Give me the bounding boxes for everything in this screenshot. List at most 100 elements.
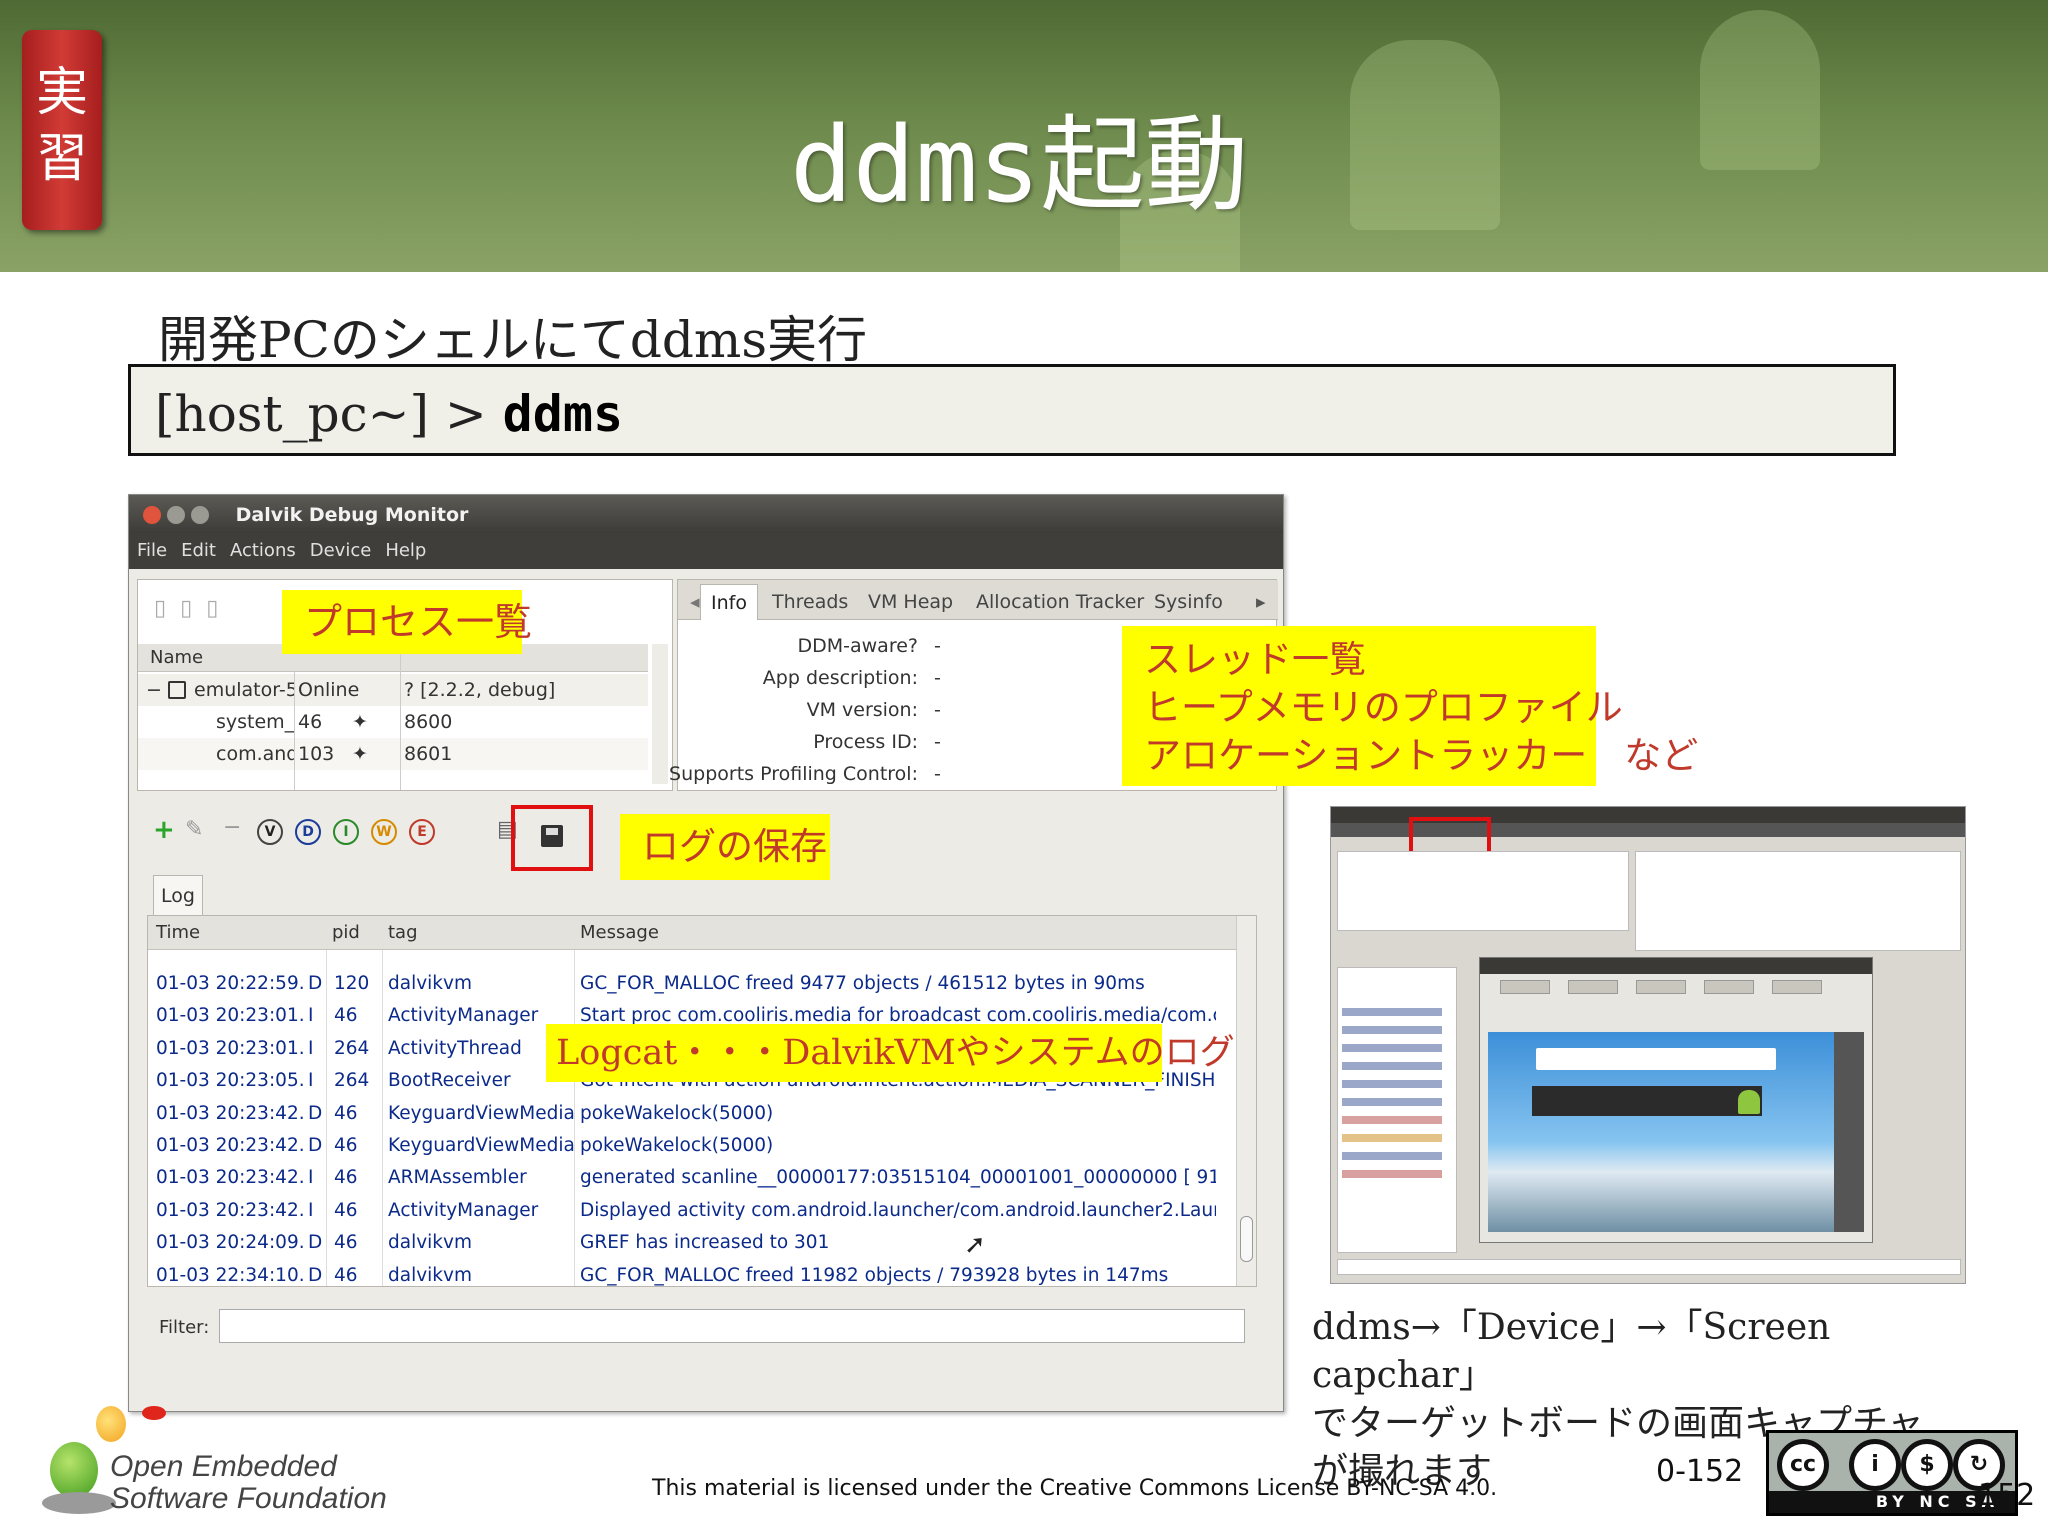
info-value: - [934,731,941,753]
command-line: [host_pc~] > ddms [155,385,623,443]
column-pid[interactable]: pid [332,916,360,950]
tab-sysinfo[interactable]: Sysinfo [1144,584,1233,620]
log-pid: 120 [334,973,370,994]
add-filter-icon[interactable]: + [153,815,175,845]
menu-actions[interactable]: Actions [230,540,296,561]
info-value: - [934,635,941,657]
callout-feature-line: スレッド一覧 [1144,638,1366,681]
save-button[interactable] [1636,980,1686,994]
process-row[interactable]: system_pr 46 ✦ 8600 [138,706,648,738]
process-port: 8600 [404,711,453,733]
log-time: 01-03 22:34:10. [156,1264,305,1286]
process-row[interactable]: com.androi 103 ✦ 8601 [138,738,648,770]
cc-icon: cc [1777,1439,1829,1491]
column-divider [400,644,401,790]
log-scrollbar-thumb[interactable] [1240,1216,1253,1262]
command-box: [host_pc~] > ddms [128,364,1896,456]
minimize-icon[interactable] [167,505,185,524]
log-level: D [308,973,323,994]
dump-hprof-icon[interactable]: ▯ [180,596,192,621]
info-label: DDM-aware? [797,635,918,657]
page-number: 0-152 [1656,1454,1744,1489]
column-time[interactable]: Time [156,916,200,950]
log-row[interactable]: 01-03 20:23:42. D 46 KeyguardViewMedia pokeW… [148,1130,1238,1162]
corner-page-number: 152 [1978,1478,2036,1513]
log-level: D [308,1135,323,1156]
log-message: GC_FOR_MALLOC freed 9477 objects / 46151… [580,973,1145,994]
log-level: I [308,1037,314,1059]
practice-tag-text: 実 習 [35,63,88,189]
log-time: 01-03 20:23:01. [156,1037,305,1059]
maximize-icon[interactable] [191,505,209,524]
log-level-info-icon[interactable]: I [333,819,359,845]
callout-process-list: プロセス一覧 [282,590,532,654]
log-row[interactable]: 01-03 20:23:42. I 46 ActivityManager Display… [148,1195,1238,1227]
process-pid: 46 [298,711,323,733]
log-row[interactable]: 01-03 20:23:42. I 46 ARMAssembler generated … [148,1162,1238,1194]
column-divider [382,950,383,1286]
done-button[interactable] [1772,980,1822,994]
android-search-bar [1536,1048,1776,1070]
column-divider [294,672,295,790]
logo-text: Software Foundation [110,1482,387,1515]
info-value: - [934,763,941,785]
thumb-log-line [1342,1116,1442,1124]
refresh-button[interactable] [1500,980,1550,994]
log-pid: 46 [334,1102,358,1124]
log-level-debug-icon[interactable]: D [295,819,321,845]
log-message: pokeWakelock(5000) [580,1102,774,1124]
update-heap-icon[interactable]: ▯ [154,596,166,621]
log-row[interactable]: 01-03 22:34:10. D 46 dalvikvm GC_FOR_MALLOC … [148,1260,1238,1286]
menu-edit[interactable]: Edit [181,540,216,561]
device-row[interactable]: − emulator-5554 Online ? [2.2.2, debug] [138,674,648,706]
log-row[interactable]: 01-03 20:23:42. D 46 KeyguardViewMedia pokeW… [148,1098,1238,1130]
copy-button[interactable] [1704,980,1754,994]
filter-input[interactable] [219,1309,1245,1343]
log-row[interactable]: 01-03 20:24:09. D 46 dalvikvm GREF has incre… [148,1227,1238,1259]
remove-filter-icon[interactable]: − [223,815,241,840]
save-log-icon[interactable] [541,825,563,847]
tab-info[interactable]: Info [700,584,758,620]
device-icon [168,681,186,699]
device-scrollbar[interactable] [652,644,668,784]
tab-threads[interactable]: Threads [762,584,858,620]
caption-line: ddms→「Device」→「Screen [1312,1307,1831,1348]
cause-gc-icon[interactable]: ▯ [206,596,218,621]
thumb-log-line [1342,1062,1442,1070]
tab-log[interactable]: Log [153,875,203,915]
thumb-log-line [1342,1008,1442,1016]
log-level-warn-icon[interactable]: W [371,819,397,845]
log-time: 01-03 20:23:42. [156,1167,305,1189]
callout-features: スレッド一覧 ヒープメモリのプロファイル アロケーショントラッカー など [1122,626,1698,786]
tab-scroll-right-icon[interactable]: ▸ [1246,584,1276,620]
close-icon[interactable] [143,505,161,524]
log-level: I [308,1167,314,1189]
edit-filter-icon[interactable]: ✎ [185,817,203,842]
collapse-icon[interactable]: − [146,674,162,706]
log-row[interactable]: 01-03 20:22:59. D 120 dalvikvm GC_FOR_MALLOC… [148,968,1238,1000]
save-log-highlight [511,805,593,871]
oesf-logo: Open Embedded Software Foundation [38,1406,398,1526]
log-scrollbar[interactable] [1236,916,1256,1286]
debug-bug-icon: ✦ [352,711,368,733]
tab-vm-heap[interactable]: VM Heap [858,584,963,620]
rotate-button[interactable] [1568,980,1618,994]
thumb-log-line [1342,1170,1442,1178]
log-time: 01-03 20:22:59. [156,973,305,994]
log-pid: 46 [334,1264,358,1286]
license-text: This material is licensed under the Crea… [652,1476,1498,1501]
column-message[interactable]: Message [580,916,659,950]
log-pid: 46 [334,1167,358,1189]
menu-help[interactable]: Help [385,540,426,561]
log-message: GREF has increased to 301 [580,1232,830,1254]
menu-file[interactable]: File [137,540,167,561]
log-tag: ActivityManager [388,1199,539,1221]
tab-allocation-tracker[interactable]: Allocation Tracker [966,584,1154,620]
column-tag[interactable]: tag [388,916,418,950]
intro-text: 開発PCのシェルにてddms実行 [158,311,867,369]
menu-device[interactable]: Device [310,540,372,561]
callout-save-log: ログの保存 [620,814,830,880]
log-level-error-icon[interactable]: E [409,819,435,845]
slide-title: ddms起動 [790,104,1249,226]
log-level-verbose-icon[interactable]: V [257,819,283,845]
